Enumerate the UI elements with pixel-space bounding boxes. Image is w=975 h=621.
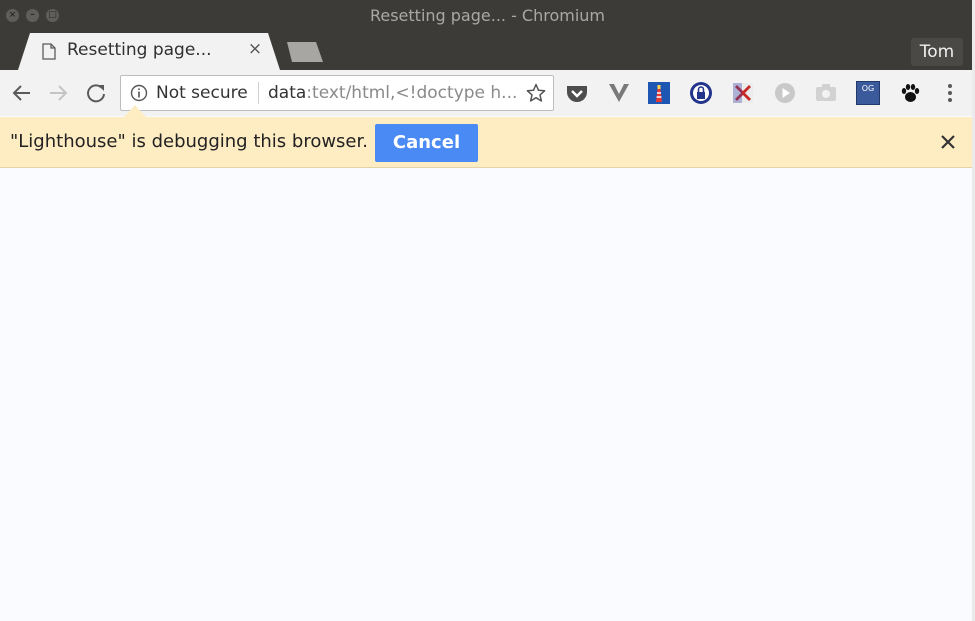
bookmark-star-icon[interactable] — [526, 83, 546, 103]
title-bar: × – □ Resetting page... - Chromium — [0, 0, 975, 33]
tab-close-button[interactable]: × — [245, 39, 265, 59]
lighthouse-icon[interactable] — [647, 81, 671, 105]
url-scheme: data — [268, 83, 307, 103]
omnibox[interactable]: Not secure data:text/html,<!doctype h... — [120, 75, 554, 111]
close-icon[interactable] — [939, 133, 957, 151]
url-text[interactable]: data:text/html,<!doctype h... — [268, 83, 517, 103]
og-icon-label: OG — [861, 84, 875, 93]
page-content — [0, 168, 972, 621]
pocket-icon[interactable] — [565, 81, 589, 105]
new-tab-button[interactable] — [287, 42, 323, 62]
infobar-message: "Lighthouse" is debugging this browser. — [10, 131, 368, 152]
window-title: Resetting page... - Chromium — [369, 6, 606, 25]
infobar-pointer — [124, 105, 146, 117]
profile-button[interactable]: Tom — [911, 38, 963, 66]
omnibox-divider — [258, 82, 259, 104]
url-rest: :text/html,<!doctype h... — [306, 83, 518, 103]
split-icon[interactable] — [731, 81, 755, 105]
camera-icon[interactable] — [814, 81, 838, 105]
play-icon[interactable] — [773, 81, 797, 105]
vivaldi-icon[interactable] — [607, 81, 631, 105]
lastpass-icon[interactable] — [689, 81, 713, 105]
reload-icon[interactable] — [85, 82, 107, 104]
tab-title: Resetting page... — [67, 40, 212, 60]
paw-icon[interactable] — [898, 81, 922, 105]
cancel-button[interactable]: Cancel — [375, 124, 478, 162]
debugging-infobar: "Lighthouse" is debugging this browser. … — [0, 117, 975, 168]
back-icon[interactable] — [11, 82, 33, 104]
browser-window: × – □ Resetting page... - Chromium Reset… — [0, 0, 975, 621]
security-label[interactable]: Not secure — [156, 83, 248, 103]
tab-resetting-page[interactable]: Resetting page... × — [18, 33, 280, 70]
og-icon[interactable]: OG — [856, 81, 880, 105]
tab-strip: Resetting page... × Tom — [0, 33, 975, 70]
page-icon — [42, 43, 56, 60]
toolbar: Not secure data:text/html,<!doctype h... — [0, 70, 975, 116]
menu-icon[interactable] — [940, 81, 960, 105]
forward-icon[interactable] — [47, 82, 69, 104]
info-icon[interactable] — [130, 84, 148, 102]
